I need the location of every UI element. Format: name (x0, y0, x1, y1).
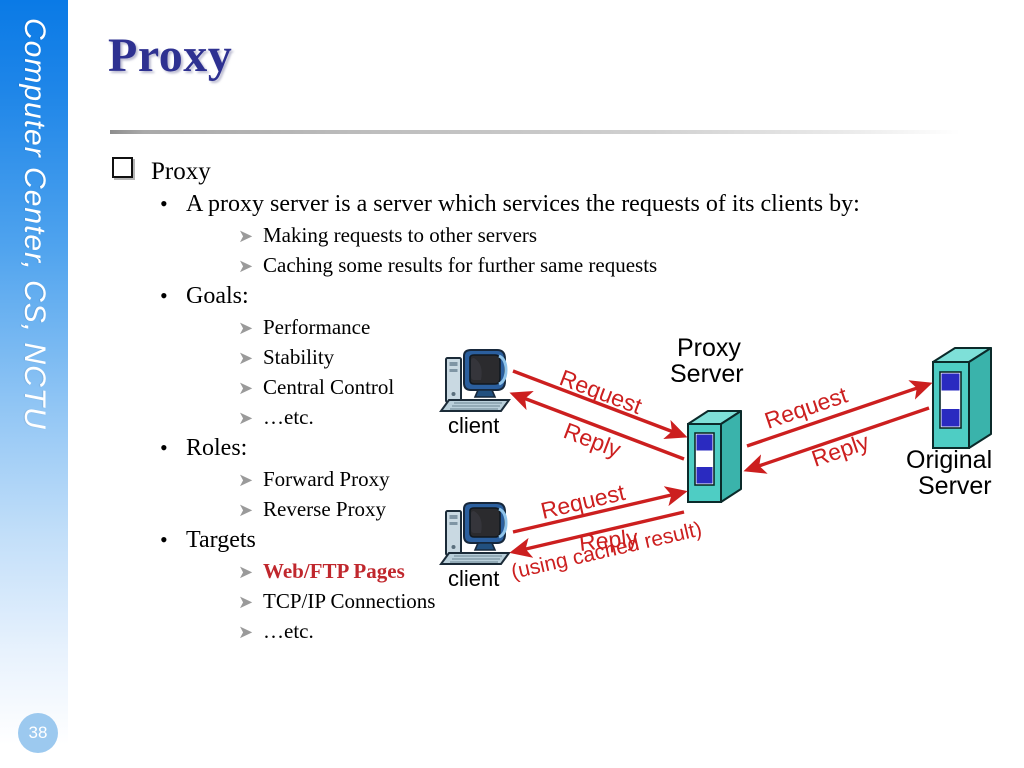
list-item-label: Central Control (263, 375, 395, 399)
list-item: ➤ Caching some results for further same … (238, 253, 942, 278)
chevron-right-icon: ➤ (238, 500, 254, 520)
chevron-right-icon: ➤ (238, 378, 254, 398)
page-title: Proxy (108, 29, 233, 82)
client-computer-bottom-icon (439, 502, 511, 565)
edge-label-right-reply: Reply (808, 428, 873, 472)
client-bottom-label: client (448, 566, 499, 591)
original-server-label-line2: Server (918, 472, 992, 500)
dot-bullet-icon: • (160, 435, 168, 460)
chevron-right-icon: ➤ (238, 562, 254, 582)
dot-bullet-icon: • (160, 527, 168, 552)
client-top-label: client (448, 413, 499, 438)
chevron-right-icon: ➤ (238, 592, 254, 612)
title-divider (110, 130, 960, 134)
list-item-label: Reverse Proxy (263, 497, 387, 521)
proxy-server-icon (687, 410, 742, 503)
list-item: • A proxy server is a server which servi… (160, 191, 942, 218)
chevron-right-icon: ➤ (238, 256, 254, 276)
chevron-right-icon: ➤ (238, 318, 254, 338)
sidebar-gradient-bar: Computer Center, CS, NCTU (0, 0, 68, 768)
outline-heading-label: Proxy (151, 158, 211, 185)
list-item: ➤ Making requests to other servers (238, 223, 942, 248)
list-item-label: Targets (186, 527, 256, 553)
list-item-label: Stability (263, 345, 335, 369)
list-item-label: …etc. (263, 619, 314, 643)
list-item: ➤ …etc. (238, 619, 942, 644)
list-item-label: Performance (263, 315, 371, 339)
sidebar-course-label: Computer Center, CS, NCTU (18, 18, 51, 430)
outline-heading-row: Proxy (112, 157, 942, 186)
list-item-label: Caching some results for further same re… (263, 253, 658, 277)
original-server-label-line1: Original (906, 446, 992, 474)
proxy-network-diagram: client client Proxy Server Original Serv… (430, 336, 1024, 596)
client-computer-top-icon (439, 349, 511, 412)
page-number-badge: 38 (18, 713, 58, 753)
chevron-right-icon: ➤ (238, 226, 254, 246)
list-item-label: A proxy server is a server which service… (186, 191, 860, 217)
chevron-right-icon: ➤ (238, 408, 254, 428)
proxy-server-label-line2: Server (670, 360, 744, 388)
list-item-label: TCP/IP Connections (263, 589, 436, 613)
square-bullet-icon (112, 157, 133, 178)
chevron-right-icon: ➤ (238, 348, 254, 368)
list-item: • Goals: (160, 283, 942, 310)
chevron-right-icon: ➤ (238, 622, 254, 642)
original-server-icon (932, 347, 992, 449)
dot-bullet-icon: • (160, 283, 168, 308)
list-item-label: Web/FTP Pages (263, 559, 405, 583)
dot-bullet-icon: • (160, 191, 168, 216)
list-item-label: …etc. (263, 405, 314, 429)
proxy-server-label-line1: Proxy (677, 336, 741, 362)
chevron-right-icon: ➤ (238, 470, 254, 490)
list-item-label: Forward Proxy (263, 467, 390, 491)
list-item-label: Making requests to other servers (263, 223, 538, 247)
list-item-label: Goals: (186, 283, 249, 309)
list-item-label: Roles: (186, 435, 248, 461)
edge-label-top-request: Request (556, 364, 646, 419)
